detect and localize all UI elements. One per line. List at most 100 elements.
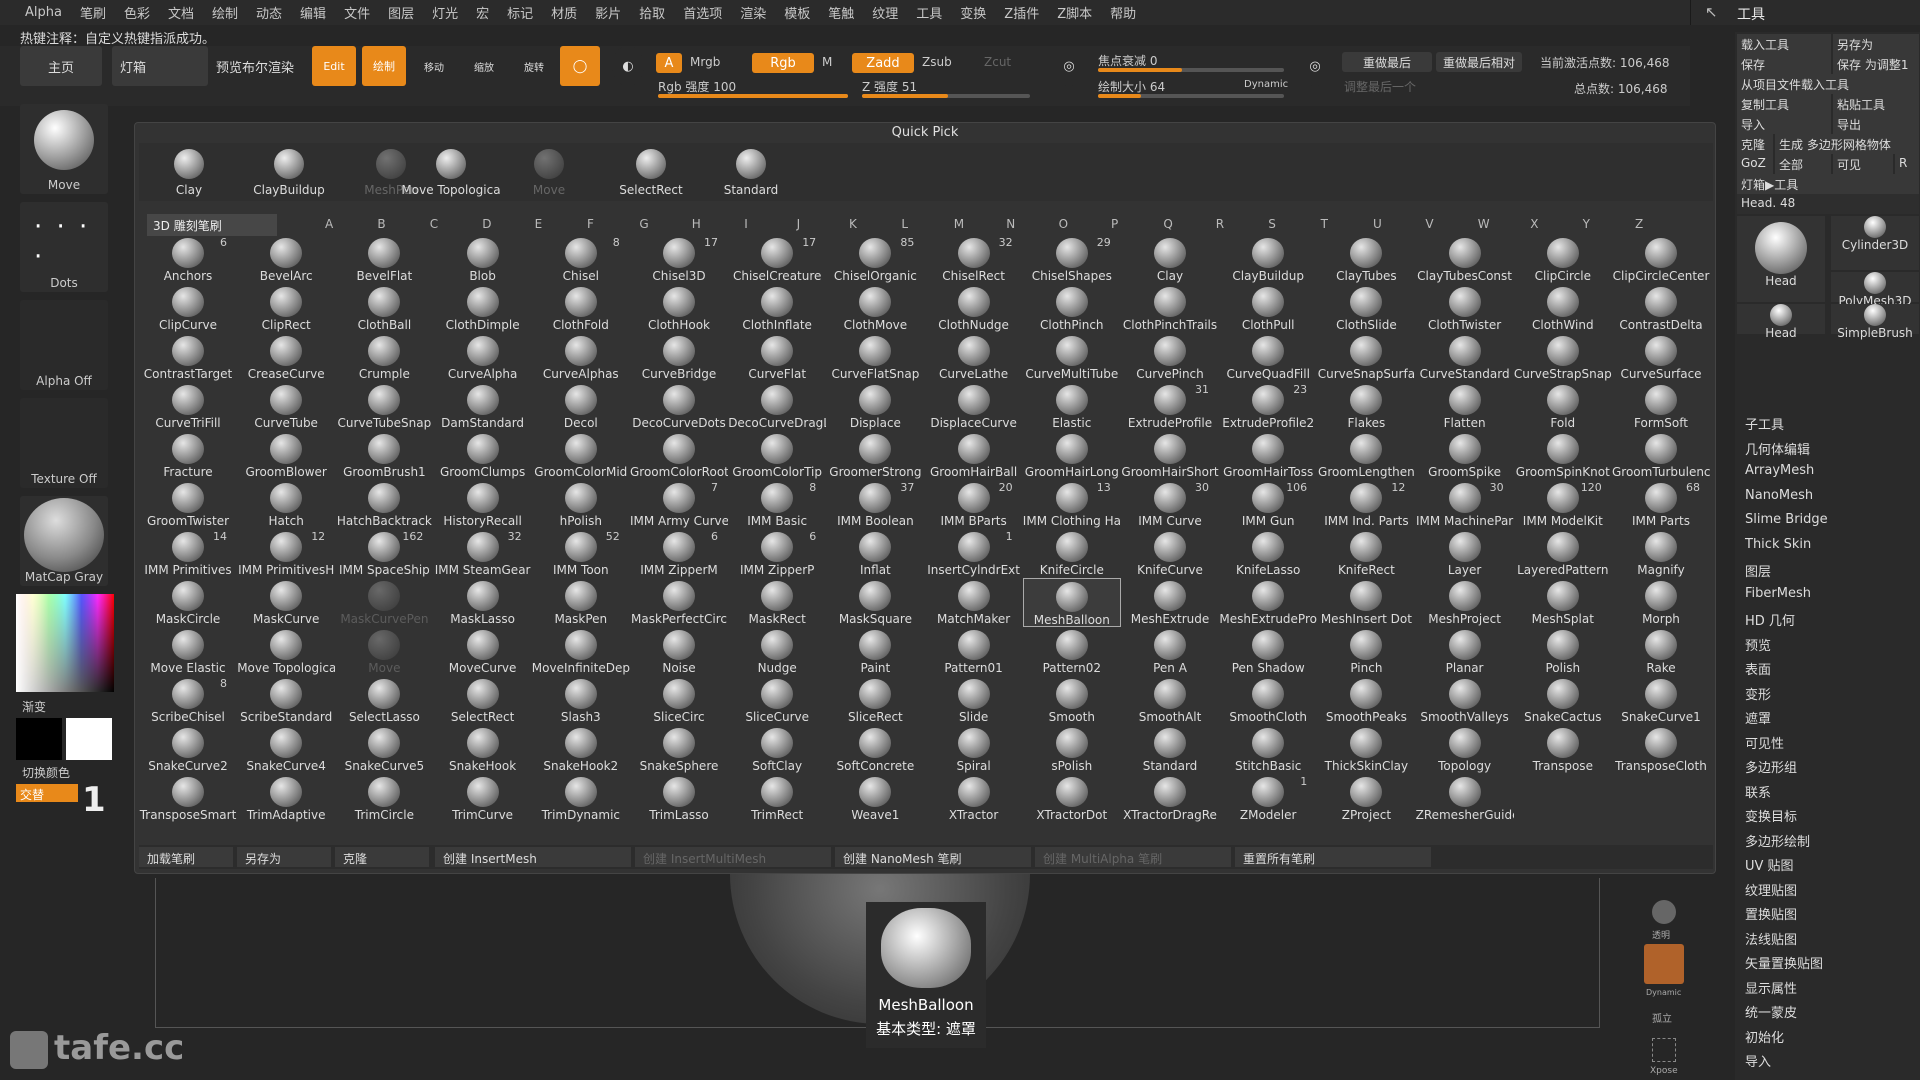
m-button[interactable]: M (822, 55, 832, 69)
brush-clothmove[interactable]: ClothMove (826, 284, 924, 333)
bottom-bar-button[interactable]: 另存为 (237, 847, 331, 867)
letter-u[interactable]: U (1373, 217, 1382, 231)
brush-thickskinclay[interactable]: ThickSkinClay (1317, 725, 1415, 774)
letter-s[interactable]: S (1268, 217, 1276, 231)
brush-damstandard[interactable]: DamStandard (434, 382, 532, 431)
brush-trimdynamic[interactable]: TrimDynamic (532, 774, 630, 823)
brush-claybuildup[interactable]: ClayBuildup (1219, 235, 1317, 284)
brush-noise[interactable]: Noise (630, 627, 728, 676)
letter-i[interactable]: I (744, 217, 748, 231)
brush-moveinfinitedep[interactable]: MoveInfiniteDep (532, 627, 630, 676)
bottom-bar-button[interactable]: 创建 NanoMesh 笔刷 (835, 847, 1031, 867)
menu-item[interactable]: 绘制 (203, 3, 247, 22)
tool-button[interactable]: 另存为 (1833, 34, 1919, 54)
menu-item[interactable]: 影片 (586, 3, 630, 22)
a-button[interactable]: A (656, 53, 682, 73)
brush-knifelasso[interactable]: KnifeLasso (1219, 529, 1317, 578)
subpalette-item[interactable]: 几何体编辑 (1745, 439, 1810, 458)
menu-item[interactable]: 材质 (542, 3, 586, 22)
brush-groomclumps[interactable]: GroomClumps (434, 431, 532, 480)
brush-displacecurve[interactable]: DisplaceCurve (925, 382, 1023, 431)
letter-m[interactable]: M (954, 217, 964, 231)
letter-q[interactable]: Q (1163, 217, 1172, 231)
subpalette-item[interactable]: 纹理贴图 (1745, 880, 1797, 899)
material-slot[interactable]: MatCap Gray (20, 496, 108, 586)
quick-pick-claybuildup[interactable]: ClayBuildup (239, 147, 339, 201)
brush-clothpinch[interactable]: ClothPinch (1023, 284, 1121, 333)
menu-item[interactable]: 纹理 (863, 3, 907, 22)
brush-snakecurve4[interactable]: SnakeCurve4 (237, 725, 335, 774)
edit-button[interactable]: Edit (312, 46, 356, 86)
brush-fracture[interactable]: Fracture (139, 431, 237, 480)
brush-smoothcloth[interactable]: SmoothCloth (1219, 676, 1317, 725)
bottom-bar-button[interactable]: 创建 InsertMultiMesh (635, 847, 831, 867)
transp-icon[interactable] (1652, 900, 1676, 924)
letter-k[interactable]: K (849, 217, 857, 231)
letter-c[interactable]: C (430, 217, 438, 231)
dynamic-label[interactable]: Dynamic (1244, 79, 1288, 90)
tool-button[interactable]: 可见 (1833, 154, 1893, 174)
letter-p[interactable]: P (1111, 217, 1118, 231)
brush-meshextrudepro[interactable]: MeshExtrudePro (1219, 578, 1317, 627)
brush-curvetubesnap[interactable]: CurveTubeSnap (335, 382, 433, 431)
letter-t[interactable]: T (1321, 217, 1328, 231)
brush-groomturbulenc[interactable]: GroomTurbulenc (1612, 431, 1710, 480)
letter-y[interactable]: Y (1583, 217, 1590, 231)
quick-pick-move-topologica[interactable]: Move Topologica (401, 147, 501, 201)
tool-button[interactable]: 生成 多边形网格物体 (1775, 134, 1919, 154)
tool-button[interactable]: 载入工具 (1737, 34, 1831, 54)
brush-kniferect[interactable]: KnifeRect (1317, 529, 1415, 578)
brush-smoothvalleys[interactable]: SmoothValleys (1416, 676, 1514, 725)
brush-pattern01[interactable]: Pattern01 (925, 627, 1023, 676)
letter-j[interactable]: J (797, 217, 801, 231)
replay-last-relative-button[interactable]: 重做最后相对 (1436, 52, 1522, 72)
brush-zmodeler[interactable]: ZModeler 1 (1219, 774, 1317, 823)
menu-item[interactable]: 色彩 (115, 3, 159, 22)
brush-curvetube[interactable]: CurveTube (237, 382, 335, 431)
menu-item[interactable]: 渲染 (731, 3, 775, 22)
brush-scribechisel[interactable]: ScribeChisel 8 (139, 676, 237, 725)
quick-pick-standard[interactable]: Standard (701, 147, 801, 201)
letter-h[interactable]: H (692, 217, 701, 231)
brush-groomerstrong[interactable]: GroomerStrong (826, 431, 924, 480)
brush-slot[interactable]: Move (20, 104, 108, 194)
brush-curvesnapsurfa[interactable]: CurveSnapSurfa (1317, 333, 1415, 382)
brush-curvealphas[interactable]: CurveAlphas (532, 333, 630, 382)
brush-groomcolorroot[interactable]: GroomColorRoot (630, 431, 728, 480)
brush-masklasso[interactable]: MaskLasso (434, 578, 532, 627)
brush-layeredpattern[interactable]: LayeredPattern (1514, 529, 1612, 578)
brush-groomspinknot[interactable]: GroomSpinKnot (1514, 431, 1612, 480)
subpalette-item[interactable]: 子工具 (1745, 414, 1784, 433)
brush-imm-primitives[interactable]: IMM Primitives 14 (139, 529, 237, 578)
brush-curvesurface[interactable]: CurveSurface (1612, 333, 1710, 382)
switch-color-label[interactable]: 切换颜色 (22, 764, 70, 781)
brush-paint[interactable]: Paint (826, 627, 924, 676)
brush-trimcircle[interactable]: TrimCircle (335, 774, 433, 823)
brush-clothslide[interactable]: ClothSlide (1317, 284, 1415, 333)
letter-z[interactable]: Z (1635, 217, 1643, 231)
brush-smoothpeaks[interactable]: SmoothPeaks (1317, 676, 1415, 725)
brush-clothtwister[interactable]: ClothTwister (1416, 284, 1514, 333)
letter-f[interactable]: F (587, 217, 594, 231)
brush-nudge[interactable]: Nudge (728, 627, 826, 676)
brush-contrastdelta[interactable]: ContrastDelta (1612, 284, 1710, 333)
menu-item[interactable]: Z脚本 (1048, 3, 1101, 22)
draw-size-slider[interactable] (1098, 94, 1284, 98)
head-slider[interactable]: Head. 48 (1737, 194, 1919, 214)
tool-thumb[interactable]: SimpleBrush (1831, 304, 1919, 340)
menu-item[interactable]: 模板 (775, 3, 819, 22)
brush-curvestandard[interactable]: CurveStandard (1416, 333, 1514, 382)
brush-blob[interactable]: Blob (434, 235, 532, 284)
brush-imm-ind-parts[interactable]: IMM Ind. Parts 12 (1317, 480, 1415, 529)
subpalette-item[interactable]: 矢量置换贴图 (1745, 953, 1823, 972)
brush-maskpen[interactable]: MaskPen (532, 578, 630, 627)
brush-bevelflat[interactable]: BevelFlat (335, 235, 433, 284)
brush-chisel[interactable]: Chisel 8 (532, 235, 630, 284)
quick-pick-selectrect[interactable]: SelectRect (601, 147, 701, 201)
brush-slicerect[interactable]: SliceRect (826, 676, 924, 725)
brush-slide[interactable]: Slide (925, 676, 1023, 725)
brush-maskrect[interactable]: MaskRect (728, 578, 826, 627)
brush-snakecurve5[interactable]: SnakeCurve5 (335, 725, 433, 774)
brush-extrudeprofile2[interactable]: ExtrudeProfile2 23 (1219, 382, 1317, 431)
subpalette-item[interactable]: 置换贴图 (1745, 904, 1797, 923)
